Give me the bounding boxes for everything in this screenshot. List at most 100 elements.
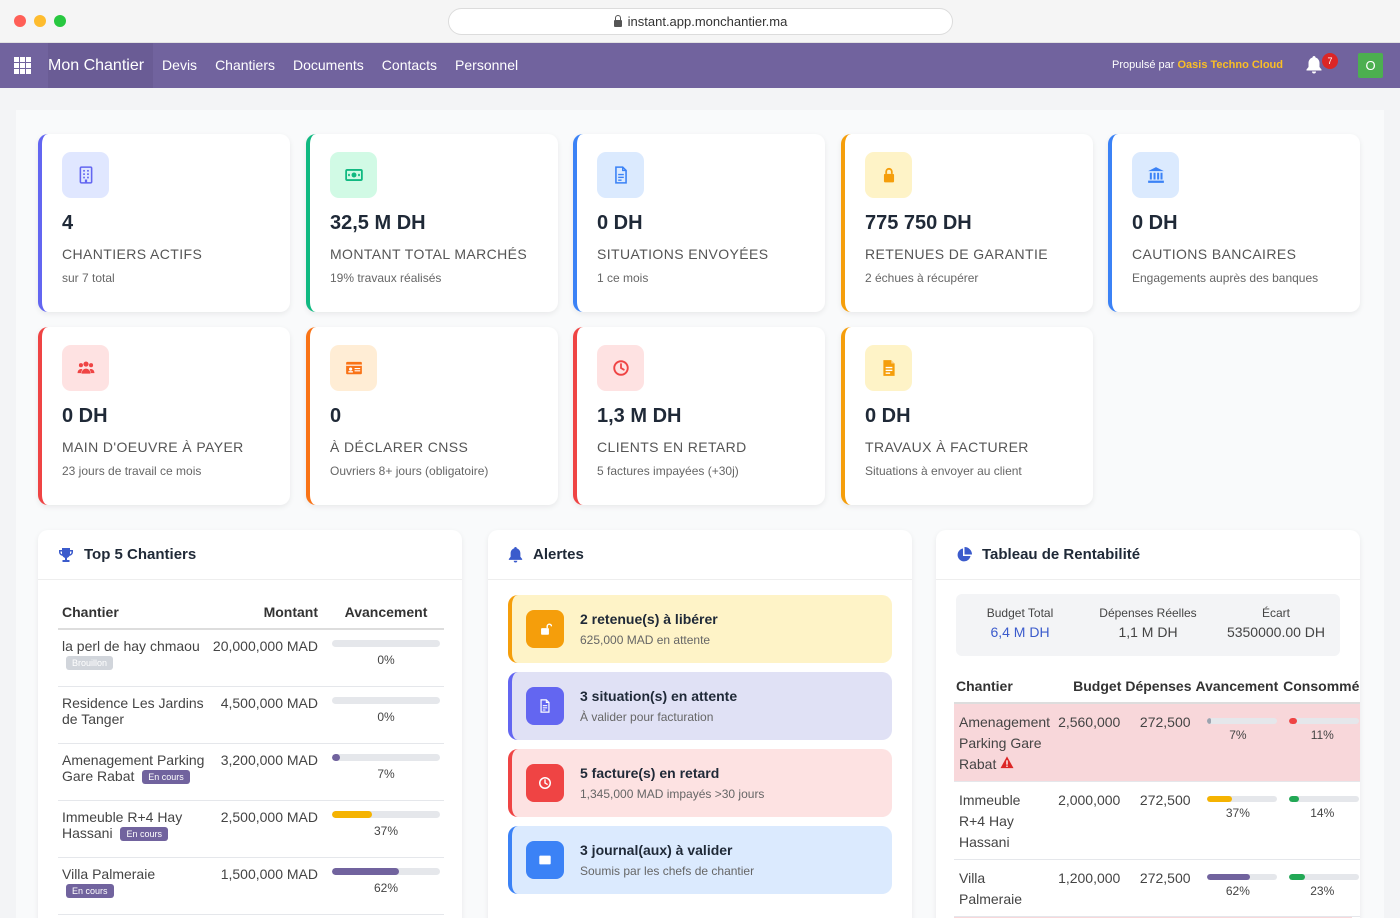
bell-icon[interactable] xyxy=(1306,56,1322,74)
consumption-bar xyxy=(1289,796,1360,802)
menu-item-contacts[interactable]: Contacts xyxy=(373,43,446,88)
table-row[interactable]: Villa Palmeraie En cours 1,500,000 MAD 62% xyxy=(58,857,444,915)
alert-title: 5 facture(s) en retard xyxy=(580,765,720,781)
alert-item[interactable]: 5 facture(s) en retard 1,345,000 MAD impa… xyxy=(508,749,892,817)
kpi-card[interactable]: 4 CHANTIERS ACTIFS sur 7 total xyxy=(38,134,290,312)
chantier-cell: la perl de hay chmaou Brouillon xyxy=(58,629,209,687)
menu-item-documents[interactable]: Documents xyxy=(284,43,373,88)
progress-bar xyxy=(332,696,440,704)
kpi-card[interactable]: 32,5 M DH MONTANT TOTAL MARCHÉS 19% travau… xyxy=(306,134,558,312)
table-row[interactable]: Amenagement Parking Gare Rabat En cours 3… xyxy=(58,743,444,801)
alert-item[interactable]: 3 journal(aux) à valider Soumis par les c… xyxy=(508,826,892,894)
col-chantier[interactable]: Chantier xyxy=(954,668,1054,704)
chantier-name[interactable]: Residence Les Jardins de Tanger xyxy=(62,695,204,727)
main-menu: Devis Chantiers Documents Contacts Perso… xyxy=(153,43,527,88)
kpi-card[interactable]: 0 DH CAUTIONS BANCAIRES Engagements auprès… xyxy=(1108,134,1360,312)
powered-prefix: Propulsé par xyxy=(1112,59,1175,71)
chantier-cell: Villa Palmeraie En cours xyxy=(58,857,209,915)
kpi-card[interactable]: 0 DH TRAVAUX À FACTURER Situations à envoy… xyxy=(841,327,1093,505)
table-row[interactable]: Amenagement Parking Gare Rabat 2,560,000… xyxy=(954,703,1360,782)
rentab-panel: Tableau de Rentabilité Budget Total 6,4 M… xyxy=(936,530,1360,918)
kpi-card[interactable]: 0 DH MAIN D'OEUVRE À PAYER 23 jours de tra… xyxy=(38,327,290,505)
progress-percent: 62% xyxy=(373,880,399,895)
pie-chart-icon xyxy=(957,546,972,561)
kpi-value: 32,5 M DH xyxy=(330,212,426,234)
chantier-name[interactable]: Villa Palmeraie xyxy=(62,866,155,882)
kpi-label: MONTANT TOTAL MARCHÉS xyxy=(330,246,528,262)
table-row[interactable]: la perl de hay chmaou Brouillon 20,000,00… xyxy=(58,629,444,687)
col-montant[interactable]: Montant xyxy=(208,596,328,630)
kpi-subtext: 23 jours de travail ce mois xyxy=(62,464,202,478)
rentab-table: Chantier Budget Dépenses Avancement Cons… xyxy=(954,668,1360,917)
warning-icon xyxy=(1000,756,1014,769)
depenses-cell: 272,500 xyxy=(1123,703,1194,782)
col-chantier[interactable]: Chantier xyxy=(58,596,209,630)
table-row[interactable]: Immeuble R+4 Hay Hassani En cours 2,500,0… xyxy=(58,800,444,858)
col-consomme[interactable]: Consommé xyxy=(1280,668,1360,704)
summary-depenses: Dépenses Réelles 1,1 M DH xyxy=(1099,606,1197,640)
status-badge: Brouillon xyxy=(66,656,114,671)
kpi-card[interactable]: 0 DH SITUATIONS ENVOYÉES 1 ce mois xyxy=(573,134,825,312)
user-avatar[interactable]: O xyxy=(1358,53,1383,78)
table-row[interactable]: Villa Palmeraie 1,200,000 272,500 62% 23% xyxy=(954,859,1360,917)
chantier-name[interactable]: Immeuble R+4 Hay Hassani xyxy=(959,792,1020,850)
kpi-label: RETENUES DE GARANTIE xyxy=(865,246,1049,262)
summary-ecart: Écart 5350000.00 DH xyxy=(1226,606,1326,640)
consumption-percent: 14% xyxy=(1310,806,1335,820)
app-grid-icon[interactable] xyxy=(14,57,31,74)
alert-icon-box xyxy=(526,841,564,879)
table-row[interactable]: Residence Les Jardins de Tanger 4,500,00… xyxy=(58,686,444,744)
col-avancement[interactable]: Avancement xyxy=(328,596,444,630)
url-text: instant.app.monchantier.ma xyxy=(627,14,788,29)
kpi-subtext: Engagements auprès des banques xyxy=(1132,271,1319,285)
kpi-card[interactable]: 0 À DÉCLARER CNSS Ouvriers 8+ jours (oblig… xyxy=(306,327,558,505)
top-navbar: Mon Chantier Devis Chantiers Documents C… xyxy=(0,43,1400,88)
menu-item-personnel[interactable]: Personnel xyxy=(446,43,527,88)
kpi-value: 775 750 DH xyxy=(865,212,972,234)
alert-subtext: 625,000 MAD en attente xyxy=(580,633,711,647)
chantier-name[interactable]: Villa Palmeraie xyxy=(959,870,1022,907)
chantier-name[interactable]: la perl de hay chmaou xyxy=(62,638,200,654)
kpi-label: TRAVAUX À FACTURER xyxy=(865,439,1029,455)
menu-item-chantiers[interactable]: Chantiers xyxy=(206,43,284,88)
minimize-window-button[interactable] xyxy=(34,15,46,27)
kpi-value: 0 xyxy=(330,405,342,427)
kpi-card[interactable]: 1,3 M DH CLIENTS EN RETARD 5 factures impa… xyxy=(573,327,825,505)
top5-table-header: Chantier Montant Avancement xyxy=(58,596,444,630)
kpi-card[interactable]: 775 750 DH RETENUES DE GARANTIE 2 échues à… xyxy=(841,134,1093,312)
chantier-cell: Amenagement Parking Gare Rabat En cours xyxy=(58,743,209,801)
alert-item[interactable]: 3 situation(s) en attente À valider pour … xyxy=(508,672,892,740)
avancement-cell: 37% xyxy=(1193,781,1281,860)
kpi-value: 1,3 M DH xyxy=(597,405,682,427)
alert-icon-box xyxy=(526,764,564,802)
rentab-header: Tableau de Rentabilité xyxy=(936,530,1360,580)
alerts-title: Alertes xyxy=(533,546,584,563)
close-window-button[interactable] xyxy=(14,15,26,27)
clock-icon xyxy=(539,777,551,789)
alert-title: 3 journal(aux) à valider xyxy=(580,842,733,858)
unlock-icon xyxy=(541,623,552,635)
progress-percent: 62% xyxy=(1225,884,1250,898)
avancement-cell: 7% xyxy=(1193,703,1281,782)
menu-item-devis[interactable]: Devis xyxy=(153,43,206,88)
col-depenses[interactable]: Dépenses xyxy=(1123,668,1194,704)
avancement-cell: 0% xyxy=(328,686,444,744)
alert-item[interactable]: 2 retenue(s) à libérer 625,000 MAD en att… xyxy=(508,595,892,663)
kpi-subtext: Situations à envoyer au client xyxy=(865,464,1022,478)
address-bar[interactable]: instant.app.monchantier.ma xyxy=(448,8,953,35)
kpi-label: CAUTIONS BANCAIRES xyxy=(1132,246,1297,262)
consomme-cell: 23% xyxy=(1280,859,1360,917)
col-budget[interactable]: Budget xyxy=(1053,668,1124,704)
status-badge: En cours xyxy=(120,826,169,841)
progress-bar xyxy=(332,867,440,875)
kpi-value: 0 DH xyxy=(1132,212,1178,234)
brand-name[interactable]: Mon Chantier xyxy=(48,43,154,88)
kpi-icon-box xyxy=(330,152,377,198)
summary-budget: Budget Total 6,4 M DH xyxy=(986,606,1054,640)
status-badge: En cours xyxy=(142,769,190,784)
progress-percent: 0% xyxy=(377,653,395,667)
table-row[interactable]: Immeuble R+4 Hay Hassani 2,000,000 272,500… xyxy=(954,781,1360,860)
col-avancement[interactable]: Avancement xyxy=(1193,668,1281,704)
powered-brand[interactable]: Oasis Techno Cloud xyxy=(1177,59,1283,71)
maximize-window-button[interactable] xyxy=(54,15,66,27)
